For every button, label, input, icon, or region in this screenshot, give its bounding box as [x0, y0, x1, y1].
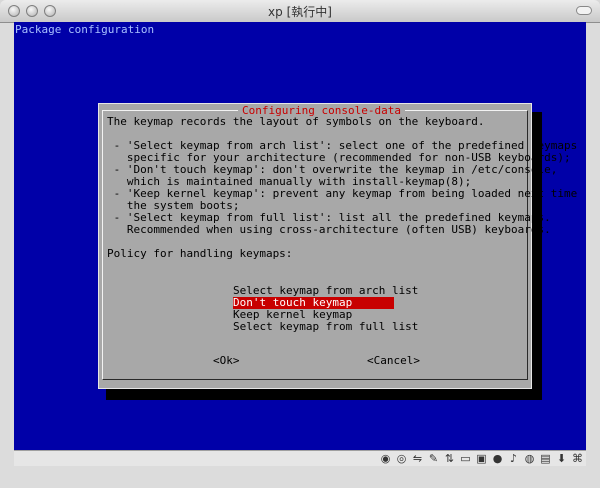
cdrom-icon[interactable]: ◎ — [395, 452, 408, 465]
edit-icon[interactable]: ✎ — [427, 452, 440, 465]
window-title: xp [執行中] — [268, 5, 332, 19]
keymap-policy-menu: Select keymap from arch list Don't touch… — [233, 285, 418, 333]
keyboard-icon[interactable]: ▤ — [539, 452, 552, 465]
host-key-label: ⌘ — [572, 452, 583, 465]
mouse-icon[interactable]: ◍ — [523, 452, 536, 465]
ok-button[interactable]: <Ok> — [213, 354, 240, 367]
disk-icon[interactable]: ◉ — [379, 452, 392, 465]
package-configuration-header: Package configuration — [15, 23, 155, 36]
network-icon[interactable]: ⇅ — [443, 452, 456, 465]
cancel-button[interactable]: <Cancel> — [367, 354, 420, 367]
toolbar-toggle-button[interactable] — [576, 6, 592, 15]
statusbar-icons: ◉ ◎ ⇋ ✎ ⇅ ▭ ▣ ● ♪ ◍ ▤ ⬇ ⌘ — [379, 452, 584, 465]
window-bottom — [0, 466, 600, 488]
console-data-dialog: Configuring console-data The keymap reco… — [98, 103, 578, 389]
arrow-down-icon[interactable]: ⬇ — [555, 452, 568, 465]
record-icon[interactable]: ● — [491, 452, 504, 465]
window-titlebar[interactable]: xp [執行中] — [0, 0, 600, 23]
display-icon[interactable]: ▣ — [475, 452, 488, 465]
audio-icon[interactable]: ♪ — [507, 452, 520, 465]
vm-screen[interactable]: Package configuration Configuring consol… — [14, 22, 586, 450]
dialog-description: The keymap records the layout of symbols… — [107, 115, 578, 260]
usb-icon[interactable]: ⇋ — [411, 452, 424, 465]
folder-icon[interactable]: ▭ — [459, 452, 472, 465]
vm-statusbar: ◉ ◎ ⇋ ✎ ⇅ ▭ ▣ ● ♪ ◍ ▤ ⬇ ⌘ — [14, 450, 586, 467]
menu-item-full-list[interactable]: Select keymap from full list — [233, 321, 418, 333]
vm-window: xp [執行中] Package configuration Configuri… — [0, 0, 600, 488]
